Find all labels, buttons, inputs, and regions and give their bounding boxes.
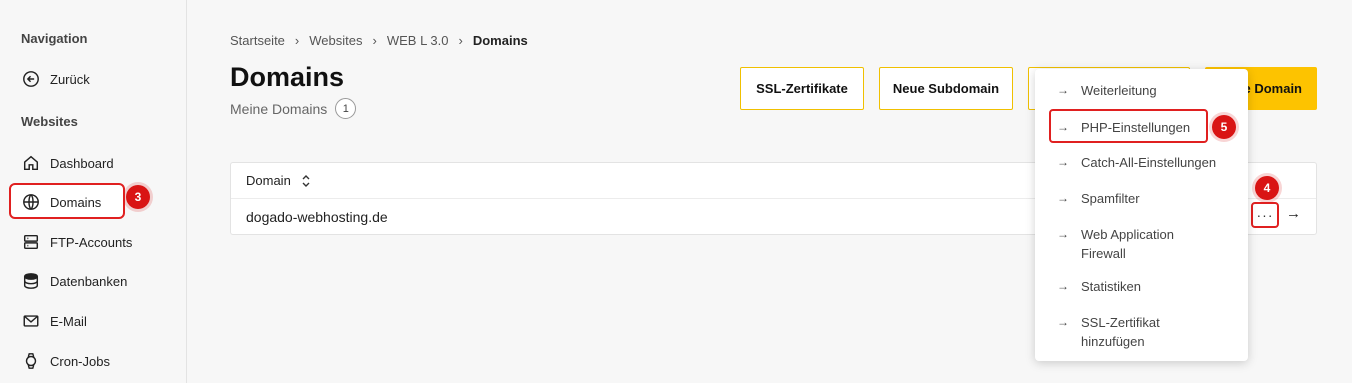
sort-icon[interactable] <box>301 174 311 188</box>
back-link[interactable]: Zurück <box>21 67 90 91</box>
arrow-right-icon: → <box>1057 191 1069 205</box>
row-open-arrow-icon[interactable]: → <box>1286 205 1301 222</box>
globe-icon <box>21 192 41 212</box>
domain-name[interactable]: dogado-webhosting.de <box>246 209 388 225</box>
sidebar-item-label: Dashboard <box>50 155 114 171</box>
row-actions-button[interactable]: ··· <box>1251 202 1279 228</box>
websites-heading: Websites <box>21 114 78 129</box>
menu-item-ssl-zertifikat[interactable]: → SSL-Zertifikat hinzufügen <box>1057 313 1160 351</box>
arrow-right-icon: → <box>1057 83 1069 97</box>
menu-item-weiterleitung[interactable]: → Weiterleitung <box>1057 81 1157 100</box>
menu-item-label: Web Application Firewall <box>1081 225 1174 263</box>
arrow-right-icon: → <box>1057 315 1069 329</box>
menu-item-label: Catch-All-Einstellungen <box>1081 155 1217 170</box>
php-settings-highlight <box>1049 109 1208 143</box>
sidebar-item-cron-jobs[interactable]: Cron-Jobs <box>21 349 110 373</box>
menu-item-statistiken[interactable]: → Statistiken <box>1057 277 1141 296</box>
navigation-heading: Navigation <box>21 31 88 46</box>
page-title: Domains <box>230 62 345 92</box>
new-subdomain-button[interactable]: Neue Subdomain <box>879 67 1013 110</box>
chevron-right-icon: › <box>294 33 300 48</box>
step-3-badge: 3 <box>126 185 150 209</box>
arrow-right-icon: → <box>1057 279 1069 293</box>
menu-item-spamfilter[interactable]: → Spamfilter <box>1057 189 1140 208</box>
arrow-right-icon: → <box>1057 155 1069 169</box>
menu-item-label: Statistiken <box>1081 279 1141 294</box>
sidebar: Navigation Zurück Websites Dashboard Dom… <box>0 0 187 383</box>
sidebar-item-label: E-Mail <box>50 313 87 329</box>
breadcrumb-web-l[interactable]: WEB L 3.0 <box>387 33 449 48</box>
mail-icon <box>21 311 41 331</box>
breadcrumb: Startseite › Websites › WEB L 3.0 › Doma… <box>230 33 528 48</box>
ssl-certificates-button[interactable]: SSL-Zertifikate <box>740 67 864 110</box>
sidebar-item-e-mail[interactable]: E-Mail <box>21 309 87 333</box>
sidebar-item-label: Domains <box>50 194 102 210</box>
chevron-right-icon: › <box>458 33 463 48</box>
menu-item-label: Weiterleitung <box>1081 83 1157 98</box>
sidebar-item-label: Datenbanken <box>50 273 128 289</box>
sidebar-item-ftp-accounts[interactable]: FTP-Accounts <box>21 230 132 254</box>
menu-item-waf[interactable]: → Web Application Firewall <box>1057 225 1174 263</box>
subtitle-text: Meine Domains <box>230 100 328 117</box>
breadcrumb-websites[interactable]: Websites <box>309 33 362 48</box>
database-icon <box>21 271 41 291</box>
step-4-badge: 4 <box>1255 176 1279 200</box>
sidebar-item-datenbanken[interactable]: Datenbanken <box>21 269 127 293</box>
server-icon <box>21 232 41 252</box>
menu-item-label-line2: Firewall <box>1081 246 1126 261</box>
back-label: Zurück <box>50 71 90 87</box>
sidebar-item-label: Cron-Jobs <box>50 353 110 369</box>
breadcrumb-startseite[interactable]: Startseite <box>230 33 285 48</box>
menu-item-label: Spamfilter <box>1081 191 1140 206</box>
domain-count-badge: 1 <box>335 98 357 119</box>
breadcrumb-current: Domains <box>472 33 528 48</box>
sidebar-item-domains[interactable]: Domains <box>21 190 101 214</box>
menu-item-catch-all[interactable]: → Catch-All-Einstellungen <box>1057 153 1216 172</box>
chevron-right-icon: › <box>372 33 377 48</box>
home-icon <box>21 153 41 173</box>
menu-item-label: SSL-Zertifikat hinzufügen <box>1081 313 1160 351</box>
watch-icon <box>21 351 41 371</box>
column-header-domain[interactable]: Domain <box>246 173 291 188</box>
menu-item-label-line1: Web Application <box>1081 227 1174 242</box>
step-5-badge: 5 <box>1212 115 1236 139</box>
page-subtitle: Meine Domains 1 <box>230 98 357 119</box>
arrow-left-circle-icon <box>21 69 41 89</box>
menu-item-label-line1: SSL-Zertifikat <box>1081 315 1160 330</box>
menu-item-label-line2: hinzufügen <box>1081 334 1145 349</box>
sidebar-item-label: FTP-Accounts <box>50 234 133 250</box>
sidebar-item-dashboard[interactable]: Dashboard <box>21 151 114 175</box>
arrow-right-icon: → <box>1057 227 1069 241</box>
